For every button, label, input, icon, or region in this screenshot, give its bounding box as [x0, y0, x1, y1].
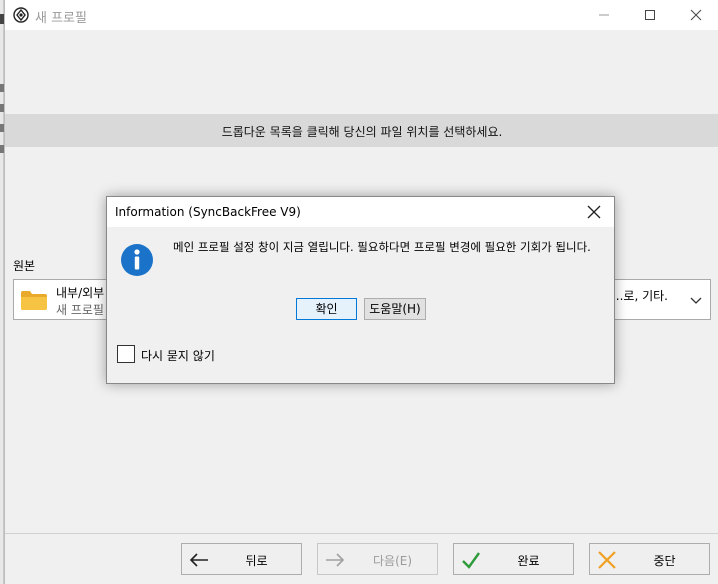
instruction-text: 드롭다운 목록을 클릭해 당신의 파일 위치를 선택하세요. — [221, 125, 503, 139]
maximize-icon — [645, 10, 655, 20]
close-icon[interactable] — [585, 203, 603, 221]
dont-ask-again-label: 다시 묻지 않기 — [141, 349, 215, 363]
checkmark-icon — [462, 552, 480, 569]
finish-label: 완료 — [517, 554, 540, 568]
instruction-banner: 드롭다운 목록을 클릭해 당신의 파일 위치를 선택하세요. — [5, 114, 718, 147]
window-close-button[interactable] — [673, 0, 718, 30]
source-type-text: 내부/외부 — [56, 286, 105, 300]
wizard-nav-bar: 뒤로 다음(E) 완료 중단 — [5, 533, 718, 584]
next-button[interactable]: 다음(E) — [317, 543, 438, 575]
ok-button[interactable]: 확인 — [296, 298, 357, 320]
folder-icon — [21, 291, 47, 310]
dialog-message: 메인 프로필 설정 창이 지금 열립니다. 필요하다면 프로필 변경에 필요한 … — [173, 240, 591, 254]
chevron-down-icon — [690, 297, 702, 304]
window-title: 새 프로필 — [35, 11, 87, 26]
profile-name-text: 새 프로필 — [56, 303, 104, 317]
close-icon — [690, 9, 702, 21]
help-button[interactable]: 도움말(H) — [364, 298, 426, 320]
back-label: 뒤로 — [245, 554, 268, 568]
back-button[interactable]: 뒤로 — [181, 543, 302, 575]
information-dialog: Information (SyncBackFree V9) 메인 프로필 설정 … — [106, 196, 615, 384]
arrow-right-icon — [326, 553, 345, 567]
arrow-left-icon — [189, 553, 208, 567]
source-desc-text: ...로, 기타. — [611, 289, 668, 303]
finish-button[interactable]: 완료 — [453, 543, 574, 575]
source-label: 원본 — [13, 259, 36, 273]
info-icon — [121, 244, 153, 276]
maximize-button[interactable] — [627, 0, 673, 30]
minimize-button[interactable] — [581, 0, 627, 30]
dont-ask-again-checkbox[interactable] — [117, 345, 135, 363]
syncback-app-icon — [13, 7, 29, 23]
cancel-button[interactable]: 중단 — [589, 543, 710, 575]
dialog-title: Information (SyncBackFree V9) — [115, 205, 301, 219]
cross-icon — [598, 551, 616, 569]
dialog-title-bar[interactable]: Information (SyncBackFree V9) — [107, 197, 614, 227]
title-bar[interactable]: 새 프로필 — [5, 0, 718, 30]
minimize-icon — [599, 14, 609, 16]
next-label: 다음(E) — [372, 554, 413, 568]
cancel-label: 중단 — [653, 554, 676, 568]
